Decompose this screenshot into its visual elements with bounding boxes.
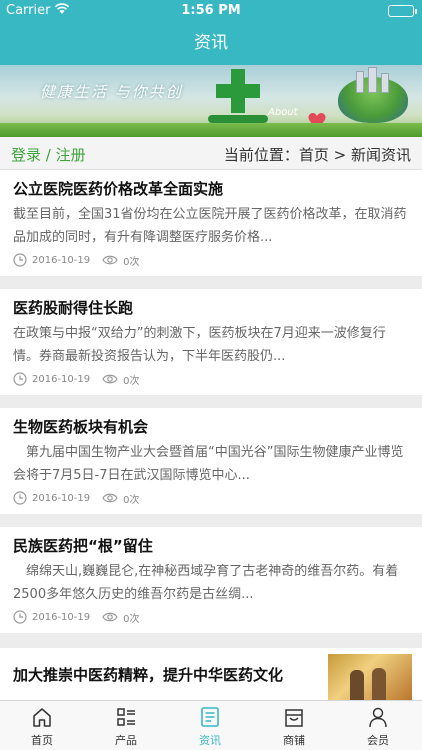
news-meta: 2016-10-19 0次 — [13, 490, 140, 506]
news-date: 2016-10-19 — [32, 373, 91, 385]
green-cross-icon — [216, 69, 260, 113]
tab-member[interactable]: 会员 — [336, 701, 420, 750]
news-title: 加大推崇中医药精粹，提升中华医药文化 — [13, 666, 284, 684]
clock-icon — [13, 610, 27, 624]
news-item[interactable]: 公立医院医药价格改革全面实施 截至目前，全国31省份均在公立医院开展了医药价格改… — [0, 170, 422, 276]
news-meta: 2016-10-19 0次 — [13, 252, 140, 268]
tab-bar: 首页 产品 资讯 商铺 会员 — [0, 700, 422, 750]
tab-label: 资讯 — [199, 734, 221, 747]
banner-slogan: 健康生活 与你共创 — [40, 83, 183, 101]
news-views: 0次 — [123, 256, 140, 268]
page-title: 资讯 — [194, 33, 228, 53]
news-item[interactable]: 生物医药板块有机会 第九届中国生物产业大会暨首届“中国光谷”国际生物健康产业博览… — [0, 408, 422, 514]
news-views: 0次 — [123, 613, 140, 625]
product-grid-icon — [117, 708, 135, 726]
status-bar: Carrier 1:56 PM — [0, 0, 422, 22]
news-icon — [201, 707, 219, 727]
tab-label: 首页 — [31, 734, 53, 747]
clock-icon — [13, 372, 27, 386]
cross-base — [208, 115, 268, 123]
news-title: 公立医院医药价格改革全面实施 — [13, 180, 224, 198]
shop-icon — [285, 709, 303, 727]
clock: 1:56 PM — [181, 3, 241, 18]
tab-label: 产品 — [115, 734, 137, 747]
news-summary: 绵绵天山,巍巍昆仑,在神秘西域孕育了古老神奇的维吾尔药。有着2500多年悠久历史… — [13, 564, 399, 602]
news-summary: 截至目前，全国31省份均在公立医院开展了医药价格改革，在取消药品加成的同时，有升… — [13, 207, 407, 245]
news-meta: 2016-10-19 0次 — [13, 371, 140, 387]
navigation-bar: 资讯 — [0, 22, 422, 65]
news-meta: 2016-10-19 0次 — [13, 609, 140, 625]
news-date: 2016-10-19 — [32, 611, 91, 623]
eye-icon — [102, 255, 118, 265]
tab-news[interactable]: 资讯 — [168, 701, 252, 750]
news-date: 2016-10-19 — [32, 254, 91, 266]
tab-label: 会员 — [367, 734, 389, 747]
news-views: 0次 — [123, 375, 140, 387]
eye-icon — [102, 374, 118, 384]
news-item[interactable]: 医药股耐得住长跑 在政策与中报“双给力”的刺激下，医药板块在7月迎来一波修复行情… — [0, 289, 422, 395]
news-thumbnail — [328, 654, 412, 702]
news-date: 2016-10-19 — [32, 492, 91, 504]
news-title: 民族医药把“根”留住 — [13, 537, 153, 555]
eye-icon — [102, 612, 118, 622]
banner-image[interactable]: 健康生活 与你共创 About — [0, 65, 422, 137]
news-item[interactable]: 民族医药把“根”留住 绵绵天山,巍巍昆仑,在神秘西域孕育了古老神奇的维吾尔药。有… — [0, 527, 422, 633]
battery-icon — [388, 5, 417, 17]
login-register-link[interactable]: 登录 / 注册 — [11, 144, 86, 165]
news-title: 医药股耐得住长跑 — [13, 299, 134, 317]
banner-about-text: About — [268, 107, 298, 118]
clock-icon — [13, 253, 27, 267]
tab-home[interactable]: 首页 — [0, 701, 84, 750]
tab-shop[interactable]: 商铺 — [252, 701, 336, 750]
home-icon — [33, 708, 51, 727]
news-views: 0次 — [123, 494, 140, 506]
clock-icon — [13, 491, 27, 505]
breadcrumb: 当前位置：首页 > 新闻资讯 — [223, 146, 411, 164]
tab-label: 商铺 — [283, 734, 305, 747]
member-icon — [369, 707, 387, 728]
news-title: 生物医药板块有机会 — [13, 418, 149, 436]
breadcrumb-bar: 登录 / 注册 当前位置：首页 > 新闻资讯 — [0, 137, 422, 170]
eye-icon — [102, 493, 118, 503]
grass-strip — [0, 123, 422, 137]
news-summary: 在政策与中报“双给力”的刺激下，医药板块在7月迎来一波修复行情。券商最新投资报告… — [13, 326, 386, 364]
tab-products[interactable]: 产品 — [84, 701, 168, 750]
news-summary: 第九届中国生物产业大会暨首届“中国光谷”国际生物健康产业博览会将于7月5日-7日… — [13, 445, 404, 483]
news-item[interactable]: 加大推崇中医药精粹，提升中华医药文化 — [0, 648, 422, 702]
floating-island-illustration — [338, 67, 408, 123]
